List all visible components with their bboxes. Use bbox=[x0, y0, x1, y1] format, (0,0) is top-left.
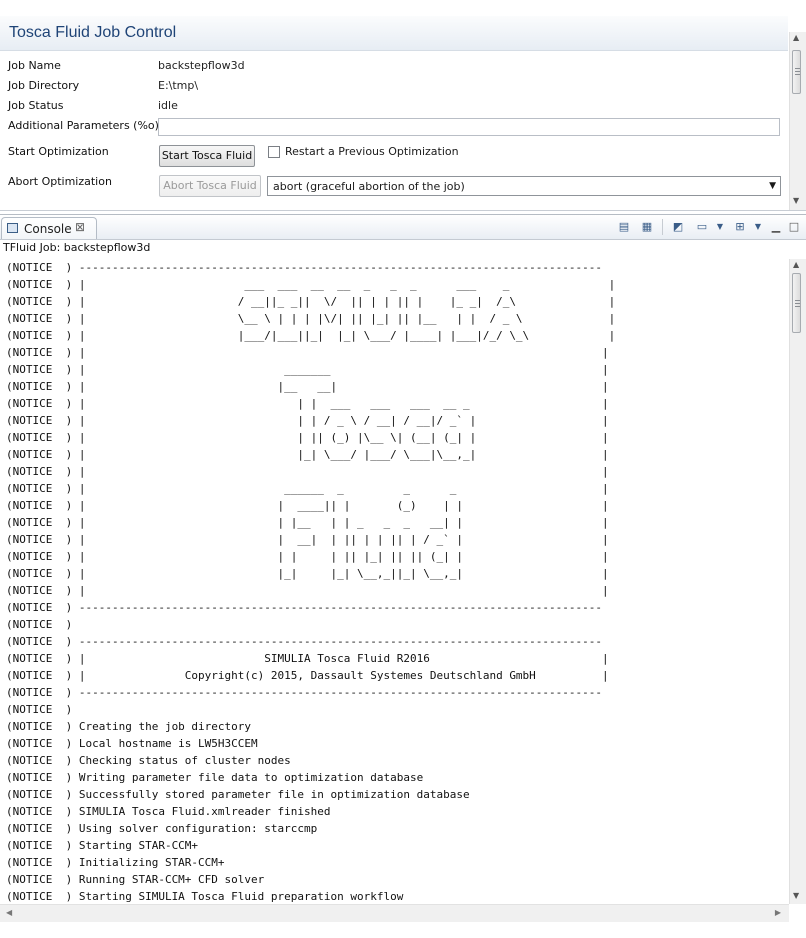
console-line: (NOTICE ) bbox=[6, 618, 73, 631]
console-line: (NOTICE ) | |__ __| | bbox=[6, 380, 609, 393]
scrollbar-thumb[interactable] bbox=[792, 273, 801, 333]
minimize-icon[interactable]: ▁ bbox=[769, 220, 783, 233]
clear-console-icon[interactable]: ▤ bbox=[617, 220, 631, 233]
job-control-panel: Tosca Fluid Job Control Job Name backste… bbox=[0, 16, 806, 211]
console-line: (NOTICE ) | \__ \ | | | |\/| || |_| || |… bbox=[6, 312, 616, 325]
console-horizontal-scrollbar[interactable]: ◀ ▶ bbox=[0, 904, 789, 922]
scroll-lock-icon[interactable]: ▦ bbox=[640, 220, 654, 233]
scroll-left-icon[interactable]: ◀ bbox=[6, 908, 12, 917]
abort-tosca-fluid-button[interactable]: Abort Tosca Fluid bbox=[159, 175, 261, 197]
console-line: (NOTICE ) | ___ ___ __ __ _ _ _ ___ _ | bbox=[6, 278, 616, 291]
console-line: (NOTICE ) | | bbox=[6, 465, 609, 478]
console-icon bbox=[7, 223, 18, 233]
console-line: (NOTICE ) Running STAR-CCM+ CFD solver bbox=[6, 873, 265, 886]
panel-vertical-scrollbar[interactable]: ▲ ▼ bbox=[789, 32, 806, 210]
console-line: (NOTICE ) Successfully stored parameter … bbox=[6, 788, 470, 801]
console-line: (NOTICE ) ------------------------------… bbox=[6, 635, 603, 648]
console-line: (NOTICE ) | | | / _ \ / __| / __|/ _` | … bbox=[6, 414, 609, 427]
tab-console[interactable]: Console ⊠ bbox=[1, 217, 97, 239]
tab-console-label: Console bbox=[24, 222, 72, 236]
additional-parameters-label: Additional Parameters (%o) bbox=[8, 119, 159, 132]
scroll-up-icon[interactable]: ▲ bbox=[793, 260, 799, 269]
maximize-icon[interactable]: □ bbox=[787, 220, 801, 233]
console-line: (NOTICE ) | | |__ | | _ _ _ __| | | bbox=[6, 516, 609, 529]
console-line: (NOTICE ) | | bbox=[6, 346, 609, 359]
console-line: (NOTICE ) Using solver configuration: st… bbox=[6, 822, 318, 835]
console-line: (NOTICE ) ------------------------------… bbox=[6, 601, 603, 614]
chevron-down-icon: ▼ bbox=[769, 181, 776, 191]
console-line: (NOTICE ) | | | | || |_| || || (_| | | bbox=[6, 550, 609, 563]
chevron-down-icon[interactable]: ▼ bbox=[713, 220, 727, 233]
scroll-up-icon[interactable]: ▲ bbox=[793, 33, 799, 42]
console-job-name: TFluid Job: backstepflow3d bbox=[3, 241, 151, 254]
job-status-value: idle bbox=[158, 99, 178, 112]
job-status-label: Job Status bbox=[8, 99, 64, 112]
start-optimization-label: Start Optimization bbox=[8, 145, 109, 158]
console-line: (NOTICE ) | | | ___ ___ ___ __ _ | bbox=[6, 397, 609, 410]
console-line: (NOTICE ) ------------------------------… bbox=[6, 686, 603, 699]
console-tab-bar: Console ⊠ ▤ ▦ ◩ ▭ ▼ ⊞ ▼ ▁ □ bbox=[0, 215, 806, 240]
chevron-down-icon[interactable]: ▼ bbox=[751, 220, 765, 233]
restart-optimization-label: Restart a Previous Optimization bbox=[285, 145, 459, 158]
job-directory-value: E:\tmp\ bbox=[158, 79, 199, 92]
console-line: (NOTICE ) ------------------------------… bbox=[6, 261, 603, 274]
panel-title: Tosca Fluid Job Control bbox=[9, 24, 177, 41]
console-line: (NOTICE ) SIMULIA Tosca Fluid.xmlreader … bbox=[6, 805, 331, 818]
display-console-icon[interactable]: ▭ bbox=[695, 220, 709, 233]
console-line: (NOTICE ) Local hostname is LW5H3CCEM bbox=[6, 737, 258, 750]
open-console-icon[interactable]: ⊞ bbox=[733, 220, 747, 233]
scroll-right-icon[interactable]: ▶ bbox=[775, 908, 781, 917]
job-name-value: backstepflow3d bbox=[158, 59, 245, 72]
abort-mode-selected: abort (graceful abortion of the job) bbox=[273, 180, 465, 193]
pin-console-icon[interactable]: ◩ bbox=[671, 220, 685, 233]
console-line: (NOTICE ) Writing parameter file data to… bbox=[6, 771, 424, 784]
job-name-label: Job Name bbox=[8, 59, 61, 72]
job-directory-label: Job Directory bbox=[8, 79, 80, 92]
restart-optimization-checkbox[interactable] bbox=[268, 146, 280, 158]
console-line: (NOTICE ) | | || (_) |\__ \| (__| (_| | … bbox=[6, 431, 609, 444]
scroll-down-icon[interactable]: ▼ bbox=[793, 891, 799, 900]
console-line: (NOTICE ) | SIMULIA Tosca Fluid R2016 | bbox=[6, 652, 609, 665]
console-line: (NOTICE ) | _______ | bbox=[6, 363, 609, 376]
console-line: (NOTICE ) | | ____|| | (_) | | | bbox=[6, 499, 609, 512]
console-line: (NOTICE ) Starting STAR-CCM+ bbox=[6, 839, 199, 852]
console-output: (NOTICE ) ------------------------------… bbox=[6, 259, 786, 909]
console-line: (NOTICE ) | |___/|___||_| |_| \___/ |___… bbox=[6, 329, 616, 342]
scrollbar-thumb[interactable] bbox=[792, 50, 801, 94]
start-tosca-fluid-button[interactable]: Start Tosca Fluid bbox=[159, 145, 255, 167]
console-line: (NOTICE ) | | __| | || | | || | / _` | | bbox=[6, 533, 609, 546]
console-line: (NOTICE ) Initializing STAR-CCM+ bbox=[6, 856, 225, 869]
panel-title-bar: Tosca Fluid Job Control bbox=[0, 16, 788, 51]
scroll-down-icon[interactable]: ▼ bbox=[793, 196, 799, 205]
console-line: (NOTICE ) | | bbox=[6, 584, 609, 597]
console-line: (NOTICE ) Creating the job directory bbox=[6, 720, 252, 733]
additional-parameters-input[interactable] bbox=[158, 118, 780, 136]
console-line: (NOTICE ) Starting SIMULIA Tosca Fluid p… bbox=[6, 890, 404, 903]
abort-optimization-label: Abort Optimization bbox=[8, 175, 112, 188]
console-line: (NOTICE ) | |_| \___/ |___/ \___|\__,_| … bbox=[6, 448, 609, 461]
console-view: Console ⊠ ▤ ▦ ◩ ▭ ▼ ⊞ ▼ ▁ □ TFluid Job: … bbox=[0, 214, 806, 938]
abort-mode-select[interactable]: abort (graceful abortion of the job) ▼ bbox=[267, 176, 781, 196]
console-line: (NOTICE ) | / __||_ _|| \/ || | | || | |… bbox=[6, 295, 616, 308]
console-line: (NOTICE ) Checking status of cluster nod… bbox=[6, 754, 291, 767]
console-vertical-scrollbar[interactable]: ▲ ▼ bbox=[789, 259, 806, 904]
close-icon[interactable]: ⊠ bbox=[75, 220, 85, 234]
console-line: (NOTICE ) bbox=[6, 703, 73, 716]
console-line: (NOTICE ) | Copyright(c) 2015, Dassault … bbox=[6, 669, 609, 682]
console-line: (NOTICE ) | ______ _ _ _ | bbox=[6, 482, 609, 495]
console-line: (NOTICE ) | |_| |_| \__,_||_| \__,_| | bbox=[6, 567, 609, 580]
